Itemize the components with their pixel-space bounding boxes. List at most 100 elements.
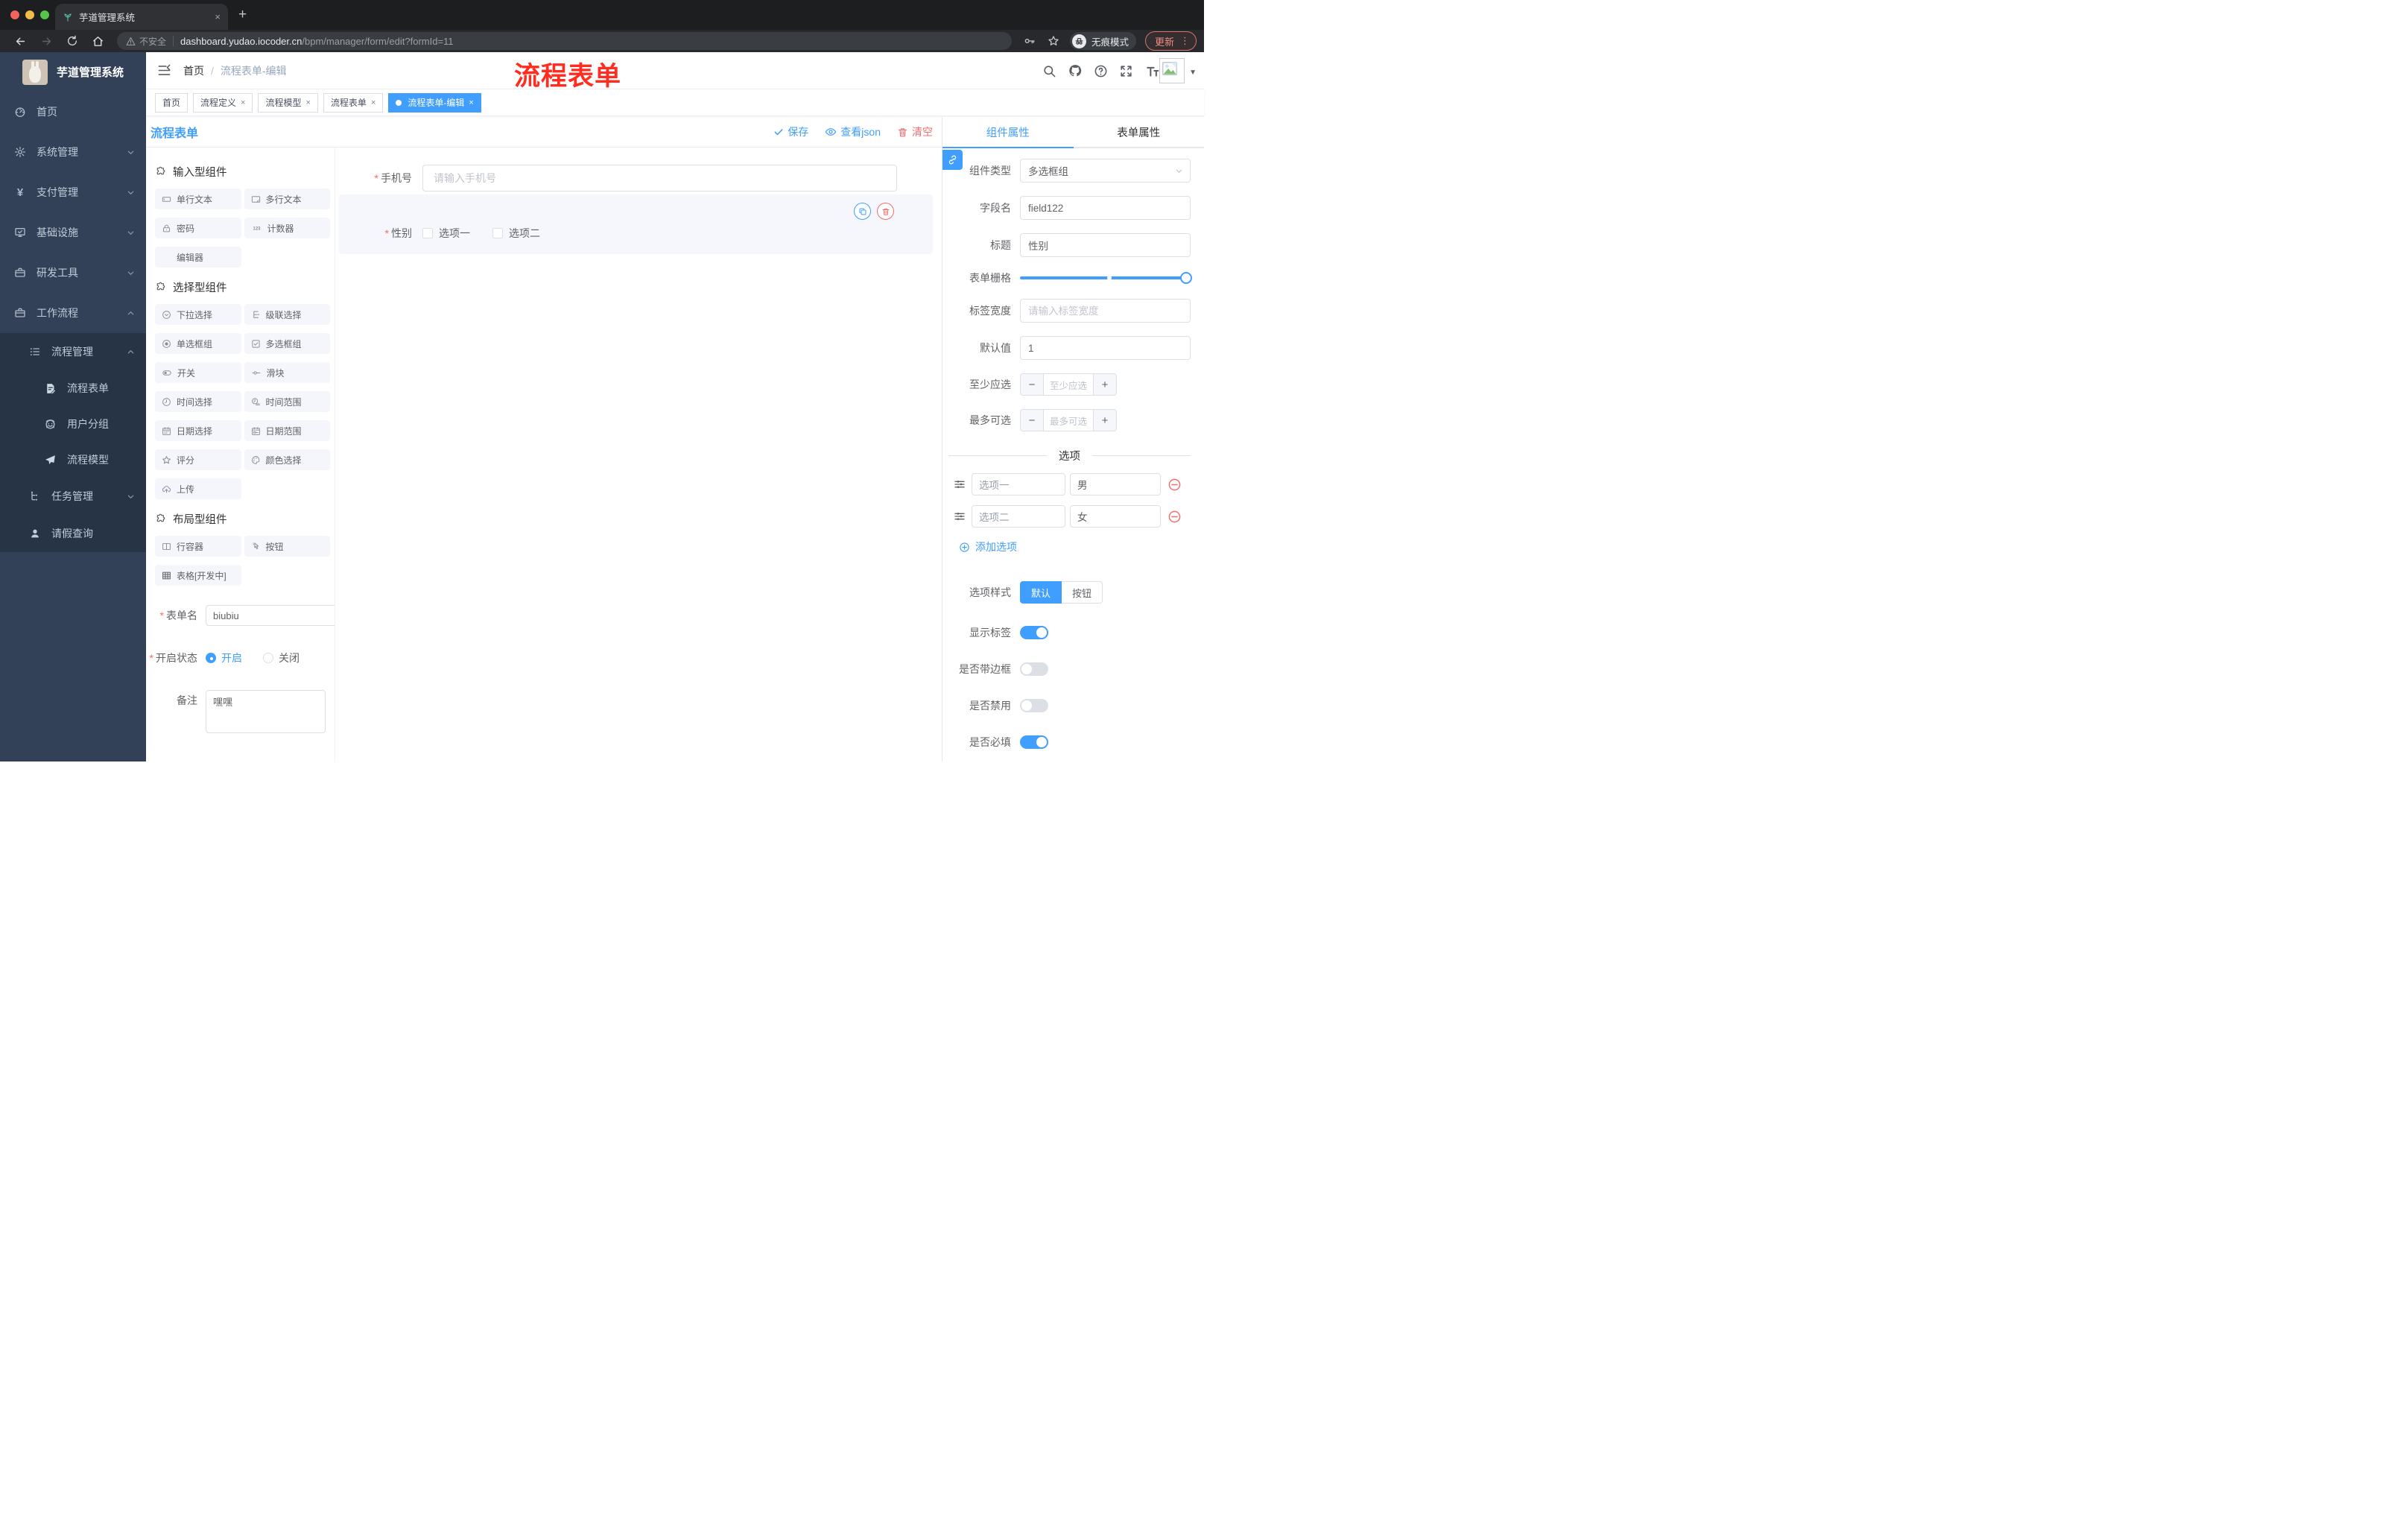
sidebar-item-payment[interactable]: ¥ 支付管理 <box>0 172 146 212</box>
palette-item-password[interactable]: 密码 <box>155 218 241 238</box>
fullscreen-icon[interactable] <box>1119 64 1133 78</box>
sidebar-item-devtools[interactable]: 研发工具 <box>0 253 146 293</box>
sidebar-item-process-mgmt[interactable]: 流程管理 <box>0 333 146 370</box>
address-bar[interactable]: 不安全 dashboard.yudao.iocoder.cn/bpm/manag… <box>117 32 1012 50</box>
add-option-button[interactable]: 添加选项 <box>959 539 1191 554</box>
traffic-light-zoom[interactable] <box>40 10 49 19</box>
stepper-plus-button[interactable]: + <box>1094 410 1116 431</box>
show-label-toggle[interactable] <box>1020 626 1048 639</box>
breadcrumb-home[interactable]: 首页 <box>183 63 204 78</box>
slider-track[interactable] <box>1020 276 1191 279</box>
traffic-light-minimize[interactable] <box>25 10 34 19</box>
gender-checkbox-2[interactable]: 选项二 <box>492 226 540 241</box>
tag-close-icon[interactable]: × <box>241 98 245 107</box>
user-avatar[interactable] <box>1159 58 1185 83</box>
font-size-icon[interactable] <box>1144 63 1159 78</box>
palette-item-counter[interactable]: 计数器 <box>244 218 330 238</box>
link-tab[interactable] <box>942 150 963 170</box>
stepper-plus-button[interactable]: + <box>1094 374 1116 395</box>
label-width-input[interactable] <box>1020 299 1191 323</box>
checkbox-box[interactable] <box>492 228 503 238</box>
traffic-light-close[interactable] <box>10 10 19 19</box>
palette-item-editor[interactable]: 编辑器 <box>155 247 241 267</box>
option-2-label-input[interactable] <box>972 505 1065 528</box>
back-icon[interactable] <box>14 35 27 48</box>
component-type-select[interactable]: 多选框组 <box>1020 159 1191 183</box>
drag-handle-icon[interactable] <box>954 478 966 490</box>
hamburger-icon[interactable] <box>157 63 171 77</box>
option-2-value-input[interactable] <box>1070 505 1161 528</box>
tag-close-icon[interactable]: × <box>371 98 376 107</box>
style-default-button[interactable]: 默认 <box>1020 581 1062 604</box>
forward-icon[interactable] <box>40 35 53 48</box>
sidebar-item-home[interactable]: 首页 <box>0 92 146 132</box>
form-grid-slider[interactable] <box>1020 272 1192 284</box>
checkbox-box[interactable] <box>422 228 433 238</box>
palette-item-cascader[interactable]: 级联选择 <box>244 304 330 325</box>
view-json-button[interactable]: 查看json <box>825 124 881 139</box>
sidebar-item-leave-query[interactable]: 请假查询 <box>0 515 146 552</box>
default-value-input[interactable] <box>1020 336 1191 360</box>
copy-component-button[interactable] <box>854 203 871 220</box>
title-input[interactable] <box>1020 233 1191 257</box>
stepper-value[interactable]: 最多可选 <box>1043 410 1094 431</box>
gender-checkbox-1[interactable]: 选项一 <box>422 226 470 241</box>
palette-item-switch[interactable]: 开关 <box>155 362 241 383</box>
github-icon[interactable] <box>1068 63 1083 78</box>
tab-form-props[interactable]: 表单属性 <box>1074 117 1205 147</box>
palette-item-date-range[interactable]: 日期范围 <box>244 420 330 441</box>
tab-close-icon[interactable]: × <box>215 11 221 22</box>
canvas-phone-field[interactable]: * 手机号 <box>335 165 897 191</box>
help-icon[interactable] <box>1094 64 1108 78</box>
palette-item-checkbox-group[interactable]: 多选框组 <box>244 333 330 354</box>
tag-process-form-edit[interactable]: 流程表单-编辑 × <box>388 92 481 113</box>
palette-item-multi-text[interactable]: 多行文本 <box>244 189 330 209</box>
status-radio-off[interactable]: 关闭 <box>263 650 300 665</box>
tag-close-icon[interactable]: × <box>469 98 473 107</box>
search-icon[interactable] <box>1042 64 1056 78</box>
palette-item-radio-group[interactable]: 单选框组 <box>155 333 241 354</box>
palette-item-color-picker[interactable]: 颜色选择 <box>244 449 330 470</box>
home-icon[interactable] <box>92 35 104 48</box>
sidebar-item-task-mgmt[interactable]: 任务管理 <box>0 478 146 515</box>
palette-item-time-range[interactable]: 时间范围 <box>244 391 330 412</box>
form-name-input[interactable] <box>206 605 335 626</box>
sidebar-logo[interactable]: 芋道管理系统 <box>0 52 146 92</box>
style-button-button[interactable]: 按钮 <box>1062 581 1103 604</box>
tag-close-icon[interactable]: × <box>305 98 310 107</box>
drag-handle-icon[interactable] <box>954 510 966 522</box>
tag-process-form[interactable]: 流程表单 × <box>323 92 384 113</box>
field-name-input[interactable] <box>1020 196 1191 220</box>
sidebar-item-infra[interactable]: 基础设施 <box>0 212 146 253</box>
palette-item-rate[interactable]: 评分 <box>155 449 241 470</box>
phone-input[interactable] <box>422 165 897 191</box>
palette-item-row-container[interactable]: 行容器 <box>155 536 241 557</box>
remove-option-button[interactable] <box>1167 478 1182 492</box>
bookmark-star-icon[interactable] <box>1048 35 1059 47</box>
disabled-toggle[interactable] <box>1020 699 1048 712</box>
canvas-selected-component[interactable]: * 性别 选项一 选项二 <box>339 194 933 254</box>
form-canvas[interactable]: *手机号 *性别 选项一 选项二 <box>335 148 942 762</box>
palette-item-table[interactable]: 表格[开发中] <box>155 565 241 586</box>
update-button[interactable]: 更新 ⋮ <box>1144 31 1197 51</box>
menu-dots-icon[interactable]: ⋮ <box>1180 35 1190 47</box>
palette-item-date-picker[interactable]: 日期选择 <box>155 420 241 441</box>
tag-process-model[interactable]: 流程模型 × <box>258 92 318 113</box>
form-remark-textarea[interactable]: 嘿嘿 <box>206 690 326 733</box>
palette-item-dropdown[interactable]: 下拉选择 <box>155 304 241 325</box>
security-chip[interactable]: 不安全 <box>126 35 166 48</box>
stepper-minus-button[interactable]: − <box>1021 374 1043 395</box>
avatar-caret-icon[interactable]: ▼ <box>1189 69 1197 77</box>
reload-icon[interactable] <box>66 35 78 47</box>
sidebar-item-system[interactable]: 系统管理 <box>0 132 146 172</box>
save-button[interactable]: 保存 <box>773 124 808 139</box>
clear-button[interactable]: 清空 <box>897 124 933 139</box>
status-radio-on[interactable]: 开启 <box>206 650 242 665</box>
palette-item-button[interactable]: 按钮 <box>244 536 330 557</box>
border-toggle[interactable] <box>1020 662 1048 676</box>
sidebar-item-process-model[interactable]: 流程模型 <box>0 442 146 478</box>
tag-process-definition[interactable]: 流程定义 × <box>193 92 253 113</box>
tab-component-props[interactable]: 组件属性 <box>942 117 1074 148</box>
sidebar-item-process-form[interactable]: 流程表单 <box>0 370 146 406</box>
required-toggle[interactable] <box>1020 735 1048 749</box>
